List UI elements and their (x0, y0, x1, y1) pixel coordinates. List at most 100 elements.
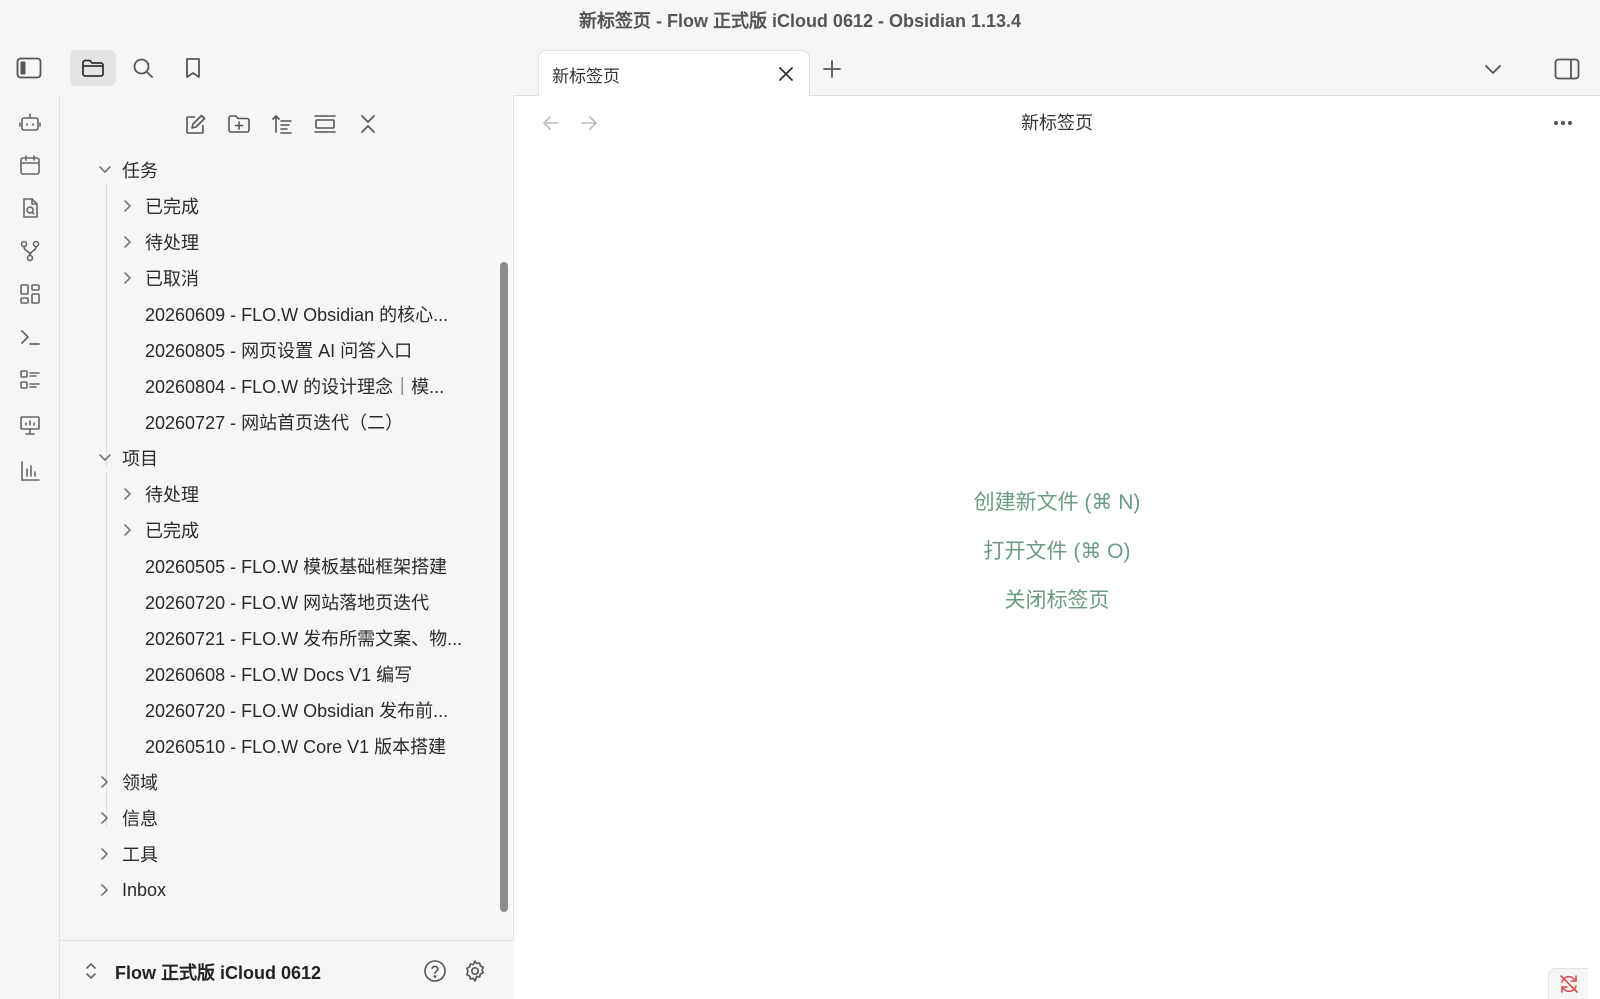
file-label: 20260727 - 网站首页迭代（二） (145, 413, 404, 433)
chevrons-up-down-icon (86, 963, 96, 979)
indent-guide (106, 184, 107, 466)
chevron-right-icon (119, 197, 137, 215)
chevron-down-icon (96, 449, 114, 467)
ribbon-list[interactable] (14, 364, 46, 396)
new-tab-button[interactable] (817, 54, 847, 84)
ribbon-file-search[interactable] (14, 192, 46, 224)
sort-button[interactable] (264, 106, 300, 142)
folder-info[interactable]: 信息 (96, 800, 158, 836)
chevron-right-icon (96, 773, 114, 791)
file-item[interactable]: 20260804 - FLO.W 的设计理念｜模... (145, 368, 444, 404)
folder-label: 信息 (122, 809, 158, 829)
new-note-icon (185, 113, 207, 135)
file-label: 20260609 - FLO.W Obsidian 的核心... (145, 305, 449, 325)
help-icon (424, 960, 446, 982)
folder-label: Inbox (122, 879, 167, 900)
new-note-button[interactable] (178, 106, 214, 142)
sync-error-icon (1558, 973, 1580, 995)
chevron-right-icon (96, 881, 114, 899)
file-item[interactable]: 20260720 - FLO.W Obsidian 发布前... (145, 692, 448, 728)
sync-status-button[interactable] (1548, 968, 1588, 999)
folder-label: 已完成 (145, 197, 199, 217)
folder-tasks[interactable]: 任务 (96, 152, 158, 188)
file-item[interactable]: 20260608 - FLO.W Docs V1 编写 (145, 656, 412, 692)
folder-projects[interactable]: 项目 (96, 440, 158, 476)
ribbon-dashboard[interactable] (14, 278, 46, 310)
sidebar-right-icon (1554, 58, 1580, 80)
folder-label: 已取消 (145, 269, 199, 289)
file-label: 20260804 - FLO.W 的设计理念｜模... (145, 377, 445, 397)
folder-tools[interactable]: 工具 (96, 836, 158, 872)
folder-areas[interactable]: 领域 (96, 764, 158, 800)
create-new-file-link[interactable]: 创建新文件 (⌘ N) (974, 491, 1141, 540)
vault-name[interactable]: Flow 正式版 iCloud 0612 (115, 959, 321, 985)
close-icon[interactable] (775, 63, 797, 85)
explorer-scrollbar[interactable] (500, 262, 508, 912)
file-item[interactable]: 20260721 - FLO.W 发布所需文案、物... (145, 620, 462, 656)
git-branch-icon (19, 240, 41, 262)
gear-icon (466, 960, 484, 982)
terminal-icon (19, 326, 41, 348)
search-tab[interactable] (120, 50, 166, 86)
folder-projects-pending[interactable]: 待处理 (119, 476, 199, 512)
chevron-right-icon (119, 521, 137, 539)
tab-bar: 新标签页 (514, 40, 1600, 97)
chevron-down-icon (96, 161, 114, 179)
file-explorer-tab[interactable] (70, 50, 116, 86)
folder-label: 领域 (122, 773, 158, 793)
auto-reveal-button[interactable] (307, 106, 343, 142)
chevron-right-icon (96, 809, 114, 827)
sidebar-toggle-button[interactable] (6, 50, 52, 86)
new-folder-icon (227, 113, 251, 135)
file-item[interactable]: 20260510 - FLO.W Core V1 版本搭建 (145, 728, 446, 764)
ribbon-chart[interactable] (14, 455, 46, 487)
help-button[interactable] (421, 957, 449, 985)
view-header-title: 新标签页 (1021, 113, 1093, 133)
ribbon-graph[interactable] (14, 235, 46, 267)
layout-dashboard-icon (19, 283, 41, 305)
open-file-link[interactable]: 打开文件 (⌘ O) (984, 540, 1131, 589)
bookmark-icon (183, 56, 203, 80)
more-options-button[interactable] (1550, 110, 1576, 136)
folder-inbox[interactable]: Inbox (96, 872, 166, 908)
tab-new-tab[interactable]: 新标签页 (538, 50, 810, 97)
file-label: 20260505 - FLO.W 模板基础框架搭建 (145, 557, 448, 577)
close-tab-link[interactable]: 关闭标签页 (1005, 589, 1110, 638)
bookmarks-tab[interactable] (170, 50, 216, 86)
collapse-all-button[interactable] (350, 106, 386, 142)
collapse-all-icon (358, 113, 378, 135)
ribbon-slides[interactable] (14, 409, 46, 441)
folder-projects-done[interactable]: 已完成 (119, 512, 199, 548)
folder-tasks-cancelled[interactable]: 已取消 (119, 260, 199, 296)
tab-label: 新标签页 (552, 66, 620, 86)
right-sidebar-toggle-button[interactable] (1552, 54, 1582, 84)
file-item[interactable]: 20260727 - 网站首页迭代（二） (145, 404, 403, 440)
vault-switcher-button[interactable] (80, 959, 102, 983)
file-item[interactable]: 20260720 - FLO.W 网站落地页迭代 (145, 584, 429, 620)
folder-tasks-pending[interactable]: 待处理 (119, 224, 199, 260)
ribbon-terminal[interactable] (14, 321, 46, 353)
file-item[interactable]: 20260609 - FLO.W Obsidian 的核心... (145, 296, 448, 332)
new-folder-button[interactable] (221, 106, 257, 142)
chevron-down-icon (1485, 65, 1501, 74)
settings-button[interactable] (461, 957, 489, 985)
file-item[interactable]: 20260805 - 网页设置 AI 问答入口 (145, 332, 412, 368)
robot-icon (19, 111, 41, 133)
folder-label: 待处理 (145, 233, 199, 253)
presentation-icon (19, 414, 41, 436)
vault-bar: Flow 正式版 iCloud 0612 (60, 940, 514, 999)
list-checks-icon (19, 369, 41, 391)
folder-label: 已完成 (145, 521, 199, 541)
chevron-right-icon (119, 269, 137, 287)
folder-tasks-done[interactable]: 已完成 (119, 188, 199, 224)
ribbon-calendar[interactable] (14, 149, 46, 181)
chevron-right-icon (96, 845, 114, 863)
collapse-view-icon (313, 113, 337, 135)
folder-label: 待处理 (145, 485, 199, 505)
ribbon-robot[interactable] (14, 106, 46, 138)
file-label: 20260720 - FLO.W Obsidian 发布前... (145, 701, 449, 721)
tab-list-button[interactable] (1478, 54, 1508, 84)
file-label: 20260720 - FLO.W 网站落地页迭代 (145, 593, 430, 613)
explorer-actions (60, 106, 514, 142)
file-item[interactable]: 20260505 - FLO.W 模板基础框架搭建 (145, 548, 447, 584)
